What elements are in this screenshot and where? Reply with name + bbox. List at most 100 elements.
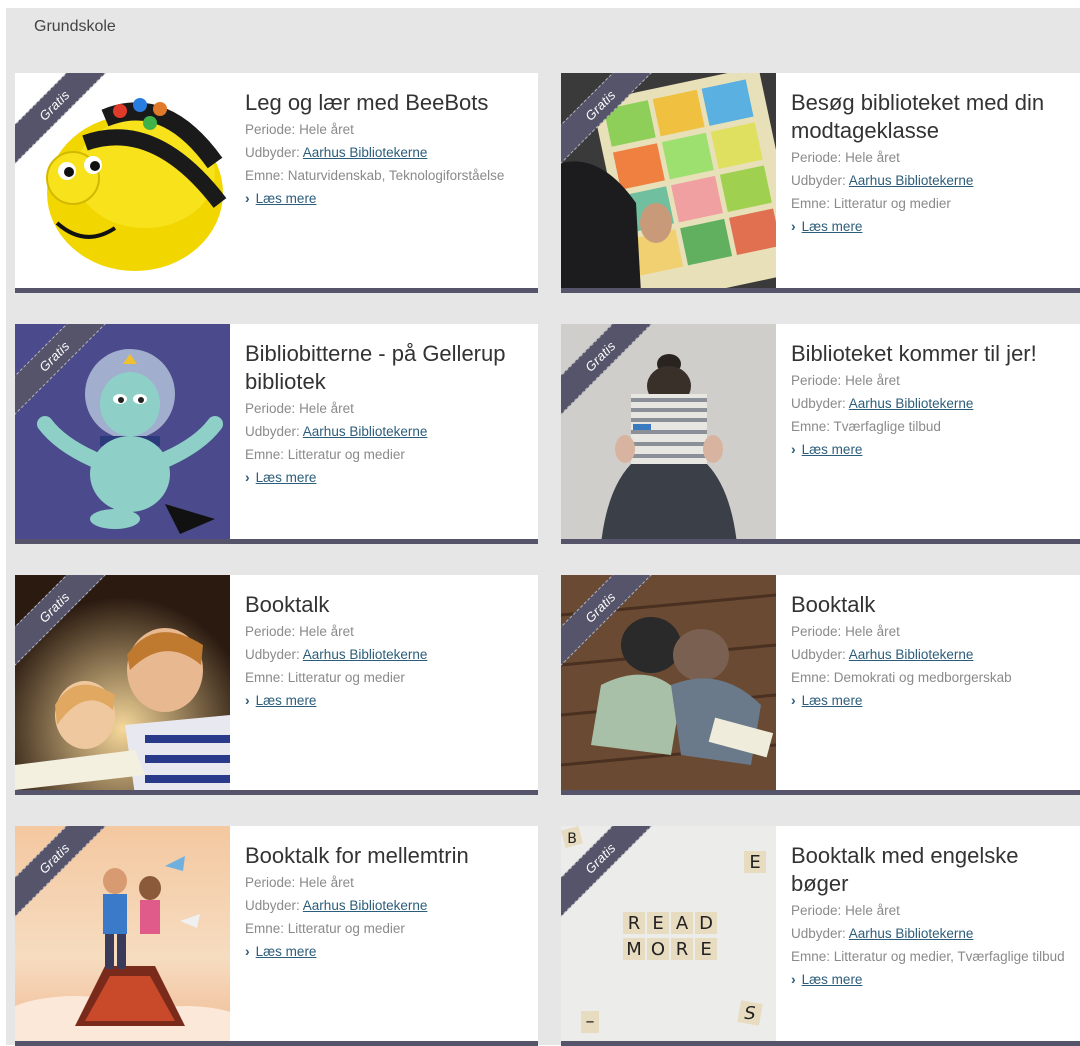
emne-value: Demokrati og medborgerskab — [833, 670, 1012, 685]
udbyder-label: Udbyder: — [245, 647, 300, 662]
chevron-right-icon: › — [245, 943, 250, 959]
udbyder-link[interactable]: Aarhus Bibliotekerne — [303, 898, 428, 913]
section-label: Grundskole — [34, 18, 116, 35]
periode-value: Hele året — [299, 401, 354, 416]
emne-label: Emne: — [245, 168, 285, 183]
periode-label: Periode: — [791, 903, 842, 918]
tile-letter: R — [628, 913, 641, 934]
chevron-right-icon: › — [791, 692, 796, 708]
emne-label: Emne: — [791, 949, 831, 964]
udbyder-label: Udbyder: — [245, 898, 300, 913]
emne-label: Emne: — [791, 196, 831, 211]
periode-label: Periode: — [791, 150, 842, 165]
card-image[interactable]: Gratis — [561, 575, 776, 790]
tile-letter: A — [676, 913, 689, 934]
tile-letter: O — [651, 939, 665, 960]
read-more-link[interactable]: Læs mere — [802, 219, 863, 234]
emne-value: Litteratur og medier — [833, 196, 951, 211]
activity-card[interactable]: Gratis Booktalk Periode: Hele året Udbyd… — [561, 575, 1080, 795]
chevron-right-icon: › — [791, 971, 796, 987]
chevron-right-icon: › — [245, 190, 250, 206]
emne-label: Emne: — [245, 447, 285, 462]
card-title[interactable]: Booktalk — [791, 591, 1074, 619]
activity-card[interactable]: Gratis Booktalk for mellemtrin Periode: … — [15, 826, 538, 1046]
emne-label: Emne: — [245, 670, 285, 685]
udbyder-label: Udbyder: — [791, 926, 846, 941]
periode-value: Hele året — [299, 875, 354, 890]
emne-value: Naturvidenskab, Teknologiforståelse — [287, 168, 505, 183]
emne-label: Emne: — [245, 921, 285, 936]
card-image[interactable]: Gratis — [15, 73, 230, 288]
card-image[interactable]: Gratis — [561, 324, 776, 539]
udbyder-link[interactable]: Aarhus Bibliotekerne — [849, 647, 974, 662]
activity-card[interactable]: Gratis Biblioteket kommer til jer! Perio… — [561, 324, 1080, 544]
activity-card[interactable]: Gratis Leg og lær med BeeBots Periode: H… — [15, 73, 538, 293]
card-image[interactable]: R E A D M O R E E B S – Gratis — [561, 826, 776, 1041]
periode-value: Hele året — [845, 624, 900, 639]
read-more-link[interactable]: Læs mere — [802, 693, 863, 708]
emne-value: Litteratur og medier — [287, 670, 405, 685]
udbyder-link[interactable]: Aarhus Bibliotekerne — [303, 145, 428, 160]
read-more-link[interactable]: Læs mere — [256, 470, 317, 485]
read-more-link[interactable]: Læs mere — [802, 972, 863, 987]
periode-label: Periode: — [245, 122, 296, 137]
udbyder-link[interactable]: Aarhus Bibliotekerne — [849, 926, 974, 941]
udbyder-link[interactable]: Aarhus Bibliotekerne — [849, 173, 974, 188]
periode-label: Periode: — [245, 401, 296, 416]
periode-value: Hele året — [845, 903, 900, 918]
activity-card[interactable]: Gratis Besøg biblioteket med din modtage… — [561, 73, 1080, 293]
periode-label: Periode: — [245, 875, 296, 890]
read-more-link[interactable]: Læs mere — [256, 944, 317, 959]
udbyder-link[interactable]: Aarhus Bibliotekerne — [303, 424, 428, 439]
emne-label: Emne: — [791, 670, 831, 685]
udbyder-link[interactable]: Aarhus Bibliotekerne — [849, 396, 974, 411]
tile-letter: E — [700, 939, 711, 960]
read-more-link[interactable]: Læs mere — [256, 191, 317, 206]
card-title[interactable]: Besøg biblioteket med din modtageklasse — [791, 89, 1074, 145]
activity-card[interactable]: Gratis Bibliobitterne - på Gellerup bibl… — [15, 324, 538, 544]
emne-value: Litteratur og medier — [287, 447, 405, 462]
tile-letter: E — [652, 913, 663, 934]
periode-label: Periode: — [791, 624, 842, 639]
card-image[interactable]: Gratis — [15, 324, 230, 539]
read-more-link[interactable]: Læs mere — [256, 693, 317, 708]
card-image[interactable]: Gratis — [15, 575, 230, 790]
emne-label: Emne: — [791, 419, 831, 434]
chevron-right-icon: › — [791, 218, 796, 234]
udbyder-label: Udbyder: — [245, 145, 300, 160]
page-background: Grundskole Gratis Leg og lær med BeeBots… — [6, 8, 1080, 1046]
periode-label: Periode: — [791, 373, 842, 388]
card-title[interactable]: Booktalk — [245, 591, 528, 619]
tile-letter: B — [567, 831, 577, 847]
tile-letter: M — [626, 939, 642, 960]
card-image[interactable]: Gratis — [561, 73, 776, 288]
card-title[interactable]: Booktalk for mellemtrin — [245, 842, 528, 870]
card-title[interactable]: Leg og lær med BeeBots — [245, 89, 528, 117]
tile-letter: – — [586, 1011, 595, 1032]
udbyder-label: Udbyder: — [791, 173, 846, 188]
tile-letter: E — [749, 852, 760, 873]
card-title[interactable]: Booktalk med engelske bøger — [791, 842, 1074, 898]
periode-label: Periode: — [245, 624, 296, 639]
udbyder-link[interactable]: Aarhus Bibliotekerne — [303, 647, 428, 662]
activity-card[interactable]: Gratis Booktalk Periode: Hele året Udbyd… — [15, 575, 538, 795]
udbyder-label: Udbyder: — [791, 647, 846, 662]
tile-letter: R — [676, 939, 689, 960]
emne-value: Litteratur og medier — [287, 921, 405, 936]
udbyder-label: Udbyder: — [245, 424, 300, 439]
card-title[interactable]: Bibliobitterne - på Gellerup bibliotek — [245, 340, 528, 396]
card-image[interactable]: Gratis — [15, 826, 230, 1041]
emne-value: Litteratur og medier, Tværfaglige tilbud — [833, 949, 1065, 964]
chevron-right-icon: › — [245, 469, 250, 485]
card-title[interactable]: Biblioteket kommer til jer! — [791, 340, 1074, 368]
emne-value: Tværfaglige tilbud — [833, 419, 941, 434]
periode-value: Hele året — [845, 373, 900, 388]
tile-letter: D — [699, 913, 713, 934]
activity-card[interactable]: R E A D M O R E E B S – Gratis Booktalk … — [561, 826, 1080, 1046]
read-more-link[interactable]: Læs mere — [802, 442, 863, 457]
chevron-right-icon: › — [245, 692, 250, 708]
periode-value: Hele året — [299, 122, 354, 137]
periode-value: Hele året — [299, 624, 354, 639]
tile-letter: S — [744, 1003, 755, 1024]
periode-value: Hele året — [845, 150, 900, 165]
